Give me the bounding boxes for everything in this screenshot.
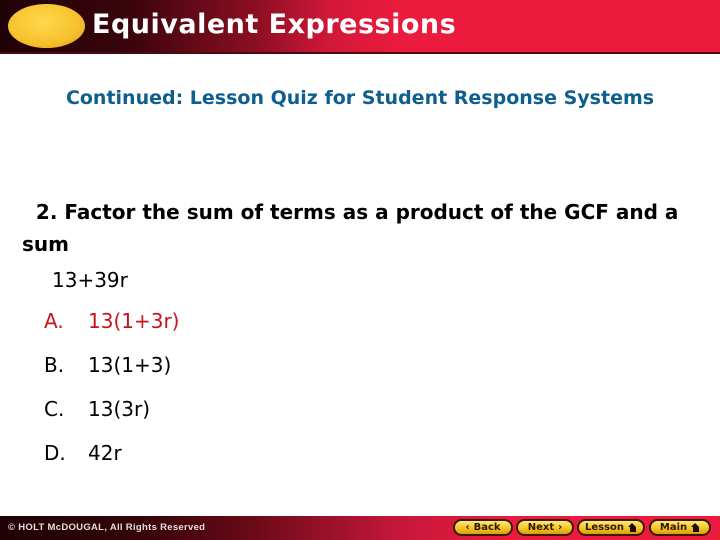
chevron-left-icon: ‹: [465, 522, 470, 533]
choice-letter: D.: [44, 441, 66, 465]
lesson-label: Lesson: [584, 522, 625, 533]
choice-text: 13(1+3): [88, 353, 172, 377]
answer-choices: A. 13(1+3r) B. 13(1+3) C. 13(3r) D. 42r: [44, 305, 179, 481]
choice-letter: A.: [44, 309, 64, 333]
slide-subtitle: Continued: Lesson Quiz for Student Respo…: [65, 87, 655, 109]
choice-d[interactable]: D. 42r: [44, 437, 179, 481]
copyright-text: © HOLT McDOUGAL, All Rights Reserved: [8, 522, 206, 533]
choice-c[interactable]: C. 13(3r): [44, 393, 179, 437]
choice-text: 13(3r): [88, 397, 151, 421]
question-prompt: 2. Factor the sum of terms as a product …: [22, 200, 679, 256]
choice-text: 42r: [88, 441, 122, 465]
back-label: Back: [473, 522, 501, 533]
footer-bar: © HOLT McDOUGAL, All Rights Reserved ‹ B…: [0, 516, 720, 540]
choice-b[interactable]: B. 13(1+3): [44, 349, 179, 393]
choice-text: 13(1+3r): [88, 309, 180, 333]
logo-oval-icon: [8, 4, 85, 48]
next-label: Next: [527, 522, 555, 533]
main-button[interactable]: Main: [649, 519, 711, 536]
question-expression: 13+39r: [52, 268, 128, 292]
choice-a[interactable]: A. 13(1+3r): [44, 305, 179, 349]
choice-letter: C.: [44, 397, 65, 421]
choice-letter: B.: [44, 353, 65, 377]
home-icon: [691, 523, 700, 532]
lesson-button[interactable]: Lesson: [577, 519, 645, 536]
next-button[interactable]: Next ›: [516, 519, 574, 536]
main-label: Main: [659, 522, 688, 533]
back-button[interactable]: ‹ Back: [453, 519, 513, 536]
header-bar: Equivalent Expressions: [0, 0, 720, 54]
page-title: Equivalent Expressions: [92, 9, 457, 40]
chevron-right-icon: ›: [558, 522, 563, 533]
home-icon: [628, 523, 637, 532]
